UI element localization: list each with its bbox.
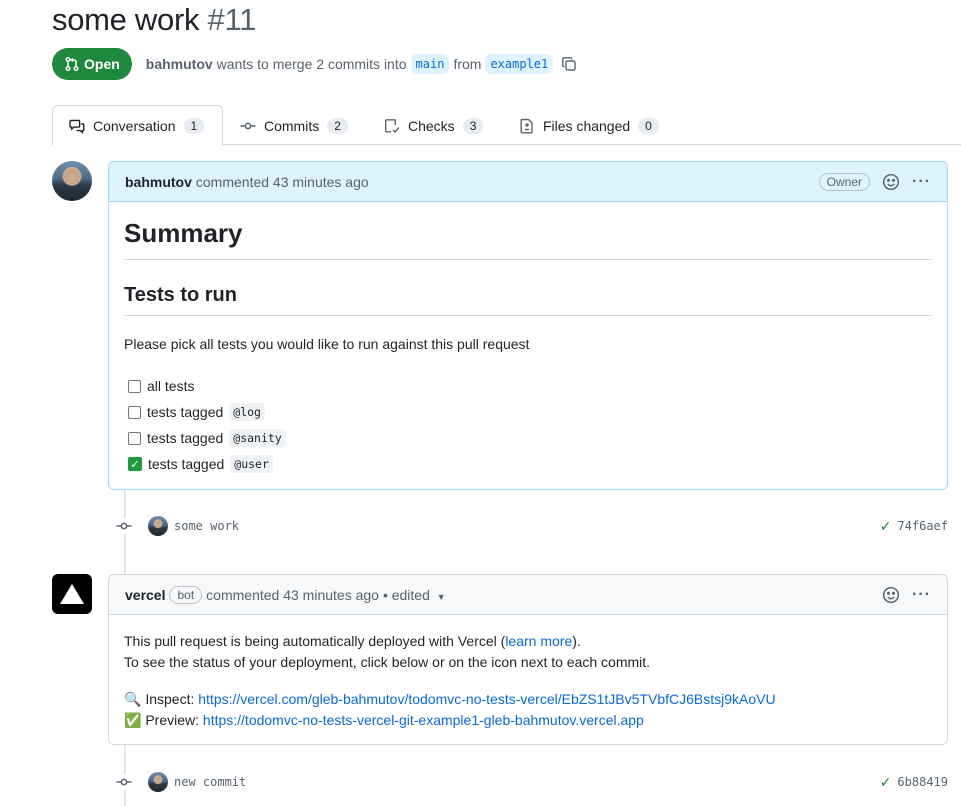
tab-checks-count: 3: [462, 117, 484, 134]
pr-number: #11: [207, 2, 257, 37]
comment-discussion-icon: [69, 119, 85, 134]
from-text: from: [453, 56, 482, 72]
comment-bot: vercel bot commented 43 minutes ago • ed…: [108, 574, 948, 745]
comment-header: bahmutov commented 43 minutes ago Owner …: [109, 162, 947, 202]
tab-files-changed-label: Files changed: [543, 117, 631, 134]
comment-body: Summary Tests to run Please pick all tes…: [109, 202, 947, 493]
comment-author-link[interactable]: bahmutov: [125, 174, 192, 190]
pr-title: some work #11: [52, 2, 256, 38]
check-mark-icon: ✅: [124, 712, 142, 728]
owner-badge: Owner: [818, 172, 871, 191]
task-text: tests tagged: [147, 404, 224, 420]
pr-merge-info: bahmutov wants to merge 2 commits into m…: [146, 54, 577, 74]
file-diff-icon: [520, 118, 533, 133]
copy-icon[interactable]: [561, 56, 577, 72]
head-branch[interactable]: example1: [485, 54, 554, 74]
avatar[interactable]: [148, 772, 168, 792]
task-item: all tests: [124, 373, 932, 399]
deploy-status-line: To see the status of your deployment, cl…: [124, 654, 651, 670]
git-commit-icon: [116, 774, 132, 790]
commit-sha[interactable]: 74f6aef: [897, 519, 948, 533]
commit-row: new commit ✓ 6b88419: [116, 770, 948, 794]
triangle-down-icon: ▼: [436, 591, 446, 602]
commit-message[interactable]: some work: [174, 519, 239, 533]
tab-checks[interactable]: Checks 3: [384, 105, 484, 146]
tab-conversation-label: Conversation: [93, 117, 176, 134]
preview-link[interactable]: https://todomvc-no-tests-vercel-git-exam…: [203, 712, 644, 728]
tab-commits-count: 2: [327, 117, 348, 134]
preview-label: Preview:: [145, 712, 200, 728]
tab-files-changed[interactable]: Files changed 0: [519, 105, 659, 146]
pr-author-link[interactable]: bahmutov: [146, 56, 213, 72]
task-item: tests tagged @sanity: [124, 425, 932, 451]
check-icon[interactable]: ✓: [880, 774, 892, 791]
task-checkbox[interactable]: [128, 379, 141, 393]
smiley-icon[interactable]: [882, 173, 900, 191]
git-commit-icon: [240, 122, 256, 129]
pr-state-row: Open bahmutov wants to merge 2 commits i…: [52, 48, 577, 80]
task-tag-code: @log: [229, 403, 265, 421]
commit-message[interactable]: new commit: [174, 775, 246, 789]
pr-tabs: Conversation 1 Commits 2 Checks 3 Files …: [52, 105, 961, 146]
check-icon[interactable]: ✓: [880, 518, 892, 535]
state-badge: Open: [52, 48, 132, 80]
edited-dropdown[interactable]: • edited ▼: [383, 587, 446, 603]
task-item: tests tagged @log: [124, 399, 932, 425]
task-item: ✓ tests tagged @user: [124, 451, 932, 477]
checklist-icon: [385, 118, 400, 133]
avatar[interactable]: [52, 161, 92, 201]
tests-heading: Tests to run: [124, 284, 932, 316]
comment-timestamp[interactable]: commented 43 minutes ago: [196, 174, 369, 190]
inspect-label: Inspect:: [145, 691, 195, 707]
comment-body: This pull request is being automatically…: [109, 615, 947, 747]
inspect-link[interactable]: https://vercel.com/gleb-bahmutov/todomvc…: [198, 691, 775, 707]
learn-more-link[interactable]: learn more: [505, 633, 572, 649]
edited-label: • edited: [382, 586, 430, 603]
commit-row: some work ✓ 74f6aef: [116, 514, 948, 538]
tab-conversation[interactable]: Conversation 1: [52, 105, 223, 146]
task-checkbox-checked[interactable]: ✓: [128, 457, 142, 471]
comment-owner: bahmutov commented 43 minutes ago Owner …: [108, 161, 948, 490]
deploy-intro-text: This pull request is being automatically…: [124, 633, 506, 649]
smiley-icon[interactable]: [882, 586, 900, 604]
avatar[interactable]: [52, 574, 92, 614]
inspect-line: 🔍 Inspect: https://vercel.com/gleb-bahmu…: [124, 689, 932, 710]
preview-line: ✅ Preview: https://todomvc-no-tests-verc…: [124, 710, 932, 731]
task-text: all tests: [147, 378, 195, 394]
tab-commits-label: Commits: [264, 117, 320, 134]
commit-sha[interactable]: 6b88419: [897, 775, 948, 789]
deploy-intro-end: ).: [572, 633, 581, 649]
merge-text: wants to merge 2 commits into: [216, 56, 407, 72]
magnifier-icon: 🔍: [124, 691, 142, 707]
task-list: all tests tests tagged @log tests tagged…: [124, 373, 932, 477]
task-tag-code: @user: [230, 455, 273, 473]
task-text: tests tagged: [147, 430, 224, 446]
tab-conversation-count: 1: [183, 117, 205, 134]
comment-timestamp[interactable]: commented 43 minutes ago: [206, 587, 379, 603]
git-commit-icon: [116, 518, 132, 534]
git-pull-request-icon: [65, 56, 79, 72]
state-badge-label: Open: [84, 56, 120, 72]
task-text: tests tagged: [148, 456, 225, 472]
comment-author-link[interactable]: vercel: [125, 587, 165, 603]
summary-heading: Summary: [124, 218, 932, 260]
tab-checks-label: Checks: [408, 117, 455, 134]
task-checkbox[interactable]: [128, 431, 141, 445]
kebab-menu-icon[interactable]: ···: [912, 173, 931, 191]
kebab-menu-icon[interactable]: ···: [912, 586, 931, 604]
comment-paragraph: Please pick all tests you would like to …: [124, 336, 530, 352]
bot-badge: bot: [169, 585, 203, 604]
base-branch[interactable]: main: [410, 54, 450, 74]
task-tag-code: @sanity: [229, 429, 286, 447]
task-checkbox[interactable]: [128, 405, 141, 419]
tab-files-changed-count: 0: [638, 117, 659, 134]
vercel-logo-icon: [60, 584, 84, 604]
avatar[interactable]: [148, 516, 168, 536]
comment-header: vercel bot commented 43 minutes ago • ed…: [109, 575, 947, 615]
deploy-intro-line: This pull request is being automatically…: [124, 631, 932, 652]
tab-commits[interactable]: Commits 2: [240, 105, 348, 146]
pr-title-text: some work: [52, 2, 200, 37]
